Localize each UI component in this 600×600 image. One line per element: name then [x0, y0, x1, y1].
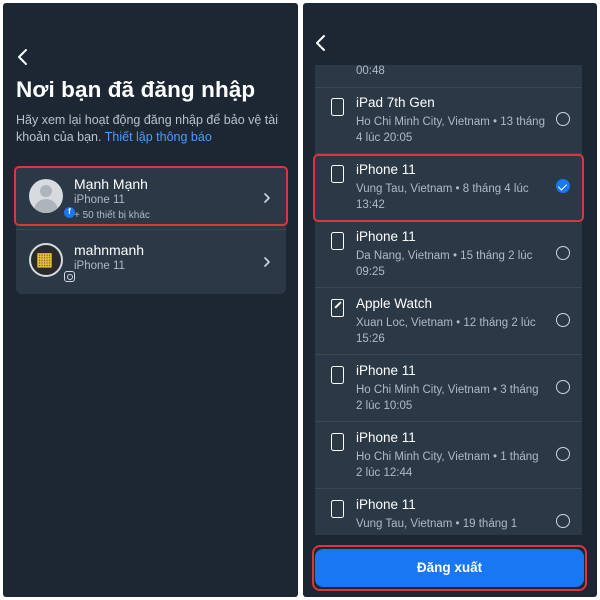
- device-location: Vung Tau, Vietnam • 19 tháng 1: [356, 518, 518, 530]
- account-more-devices: + 50 thiết bị khác: [74, 210, 150, 221]
- device-row[interactable]: iPhone 11 Ho Chi Minh City, Vietnam • 1 …: [315, 423, 582, 489]
- device-row[interactable]: iPhone 11 Ho Chi Minh City, Vietnam • 3 …: [315, 356, 582, 422]
- device-radio[interactable]: [556, 380, 570, 394]
- instagram-icon: [64, 271, 75, 282]
- device-location: Ho Chi Minh City, Vietnam • 3 tháng 2 lú…: [356, 384, 539, 412]
- iphone-icon: [331, 500, 344, 518]
- iphone-icon: [331, 366, 344, 384]
- device-location: Ho Chi Minh City, Vietnam • 13 tháng 4 l…: [356, 116, 545, 144]
- back-button[interactable]: [11, 45, 35, 69]
- notification-settings-link[interactable]: Thiết lập thông báo: [105, 130, 212, 144]
- device-row[interactable]: Apple Watch Xuan Loc, Vietnam • 12 tháng…: [315, 289, 582, 355]
- iphone-icon: [331, 165, 344, 183]
- device-list: 00:48 iPad 7th Gen Ho Chi Minh City, Vie…: [315, 65, 582, 535]
- device-name: iPhone 11: [356, 363, 416, 378]
- device-radio[interactable]: [556, 246, 570, 260]
- device-location: Da Nang, Vietnam • 15 tháng 2 lúc 09:25: [356, 250, 533, 278]
- device-radio-checked[interactable]: [556, 179, 570, 193]
- login-locations-panel: Nơi bạn đã đăng nhập Hãy xem lại hoạt độ…: [3, 3, 298, 597]
- device-time-partial: 00:48: [356, 65, 385, 77]
- page-title: Nơi bạn đã đăng nhập: [16, 77, 256, 102]
- device-radio[interactable]: [556, 313, 570, 327]
- chevron-left-icon: [316, 35, 325, 51]
- device-row[interactable]: iPad 7th Gen Ho Chi Minh City, Vietnam •…: [315, 88, 582, 154]
- page-subtitle: Hãy xem lại hoạt động đăng nhập để bảo v…: [16, 112, 286, 146]
- logout-button[interactable]: Đăng xuất: [315, 549, 584, 587]
- device-name: Apple Watch: [356, 296, 433, 311]
- chevron-left-icon: [18, 49, 27, 65]
- device-row-partial[interactable]: 00:48: [315, 65, 582, 88]
- device-location: Xuan Loc, Vietnam • 12 tháng 2 lúc 15:26: [356, 317, 536, 345]
- avatar: ▦: [29, 243, 63, 277]
- device-radio[interactable]: [556, 447, 570, 461]
- device-name: iPhone 11: [356, 497, 416, 512]
- account-device: iPhone 11: [74, 260, 125, 272]
- back-button[interactable]: [309, 31, 333, 55]
- device-name: iPhone 11: [356, 229, 416, 244]
- account-device: iPhone 11: [74, 194, 125, 206]
- avatar: [29, 179, 63, 213]
- iphone-icon: [331, 433, 344, 451]
- device-row[interactable]: iPhone 11 Da Nang, Vietnam • 15 tháng 2 …: [315, 222, 582, 288]
- device-radio[interactable]: [556, 112, 570, 126]
- apple-watch-icon: [331, 299, 344, 317]
- device-row[interactable]: iPhone 11 Vung Tau, Vietnam • 19 tháng 1: [315, 490, 582, 535]
- device-list-panel: 00:48 iPad 7th Gen Ho Chi Minh City, Vie…: [303, 3, 597, 597]
- ipad-icon: [331, 98, 344, 116]
- device-name: iPhone 11: [356, 162, 416, 177]
- device-row[interactable]: iPhone 11 Vung Tau, Vietnam • 8 tháng 4 …: [315, 155, 582, 221]
- account-item-manh-manh[interactable]: f Mạnh Mạnh iPhone 11 + 50 thiết bị khác: [16, 166, 286, 230]
- chevron-right-icon: [264, 193, 270, 203]
- device-location: Vung Tau, Vietnam • 8 tháng 4 lúc 13:42: [356, 183, 529, 211]
- device-location: Ho Chi Minh City, Vietnam • 1 tháng 2 lú…: [356, 451, 539, 479]
- account-name: Mạnh Mạnh: [74, 176, 148, 192]
- iphone-icon: [331, 232, 344, 250]
- device-name: iPad 7th Gen: [356, 95, 435, 110]
- device-name: iPhone 11: [356, 430, 416, 445]
- chevron-right-icon: [264, 257, 270, 267]
- device-radio[interactable]: [556, 514, 570, 528]
- account-name: mahnmanh: [74, 242, 145, 258]
- account-item-mahnmanh[interactable]: ▦ mahnmanh iPhone 11: [16, 230, 286, 294]
